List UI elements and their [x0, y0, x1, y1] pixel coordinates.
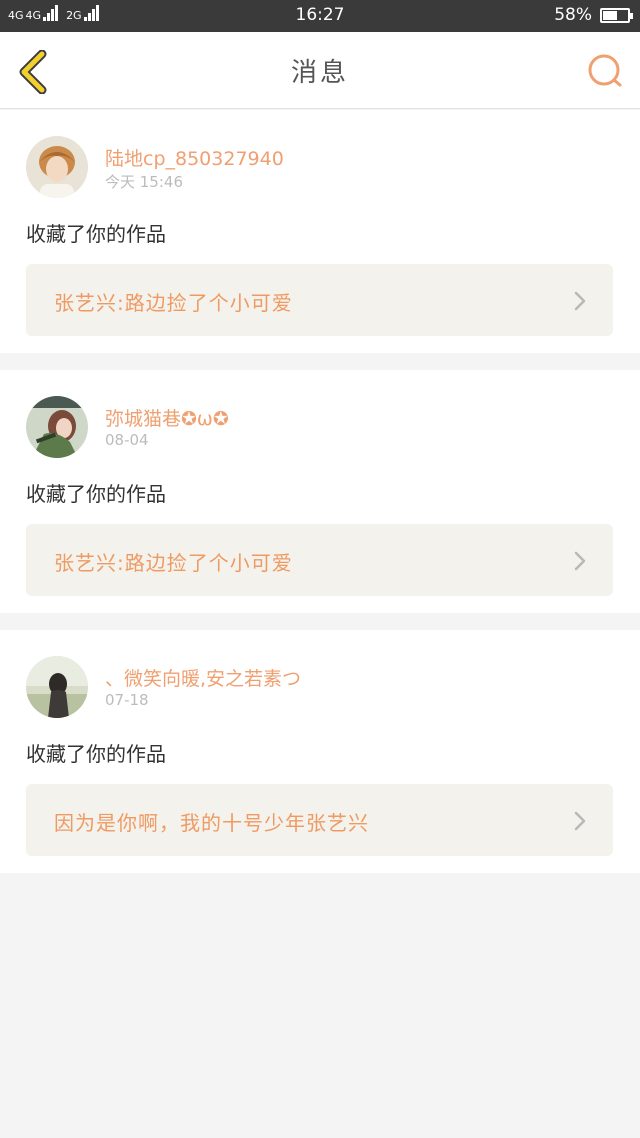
work-title: 张艺兴:路边捡了个小可爱: [54, 551, 293, 575]
app-header: 消息: [0, 32, 640, 109]
action-text: 收藏了你的作品: [26, 222, 166, 246]
avatar[interactable]: [26, 136, 88, 198]
chevron-right-icon: [574, 811, 586, 831]
message-card: 、微笑向暖,安之若素つ 07-18 收藏了你的作品 因为是你啊，我的十号少年张艺…: [0, 630, 640, 873]
search-button[interactable]: [586, 52, 624, 90]
search-icon: [588, 54, 622, 87]
message-card: 陆地cp_850327940 今天 15:46 收藏了你的作品 张艺兴:路边捡了…: [0, 110, 640, 353]
action-text: 收藏了你的作品: [26, 742, 166, 766]
username[interactable]: 、微笑向暖,安之若素つ: [105, 664, 301, 691]
status-bar: 4G 4G 2G 16:27 58%: [0, 0, 640, 32]
timestamp: 08-04: [105, 431, 149, 449]
page-title: 消息: [290, 58, 349, 88]
message-card: 弥城猫巷✪ω✪ 08-04 收藏了你的作品 张艺兴:路边捡了个小可爱: [0, 370, 640, 613]
avatar-image: [26, 396, 88, 458]
clock: 16:27: [295, 5, 345, 25]
work-link[interactable]: 张艺兴:路边捡了个小可爱: [26, 524, 613, 596]
work-link[interactable]: 因为是你啊，我的十号少年张艺兴: [26, 784, 613, 856]
battery-status: 58%: [554, 5, 633, 25]
work-title: 张艺兴:路边捡了个小可爱: [54, 291, 293, 315]
battery-icon: [600, 7, 633, 23]
timestamp: 07-18: [105, 691, 149, 709]
action-text: 收藏了你的作品: [26, 482, 166, 506]
work-title: 因为是你啊，我的十号少年张艺兴: [54, 811, 369, 835]
avatar-image: [26, 656, 88, 718]
username[interactable]: 弥城猫巷✪ω✪: [105, 404, 229, 431]
avatar[interactable]: [26, 656, 88, 718]
battery-percent: 58%: [554, 5, 592, 25]
timestamp: 今天 15:46: [105, 173, 183, 191]
avatar-image: [26, 136, 88, 198]
username[interactable]: 陆地cp_850327940: [105, 144, 284, 171]
chevron-right-icon: [574, 551, 586, 571]
work-link[interactable]: 张艺兴:路边捡了个小可爱: [26, 264, 613, 336]
avatar[interactable]: [26, 396, 88, 458]
chevron-right-icon: [574, 291, 586, 311]
